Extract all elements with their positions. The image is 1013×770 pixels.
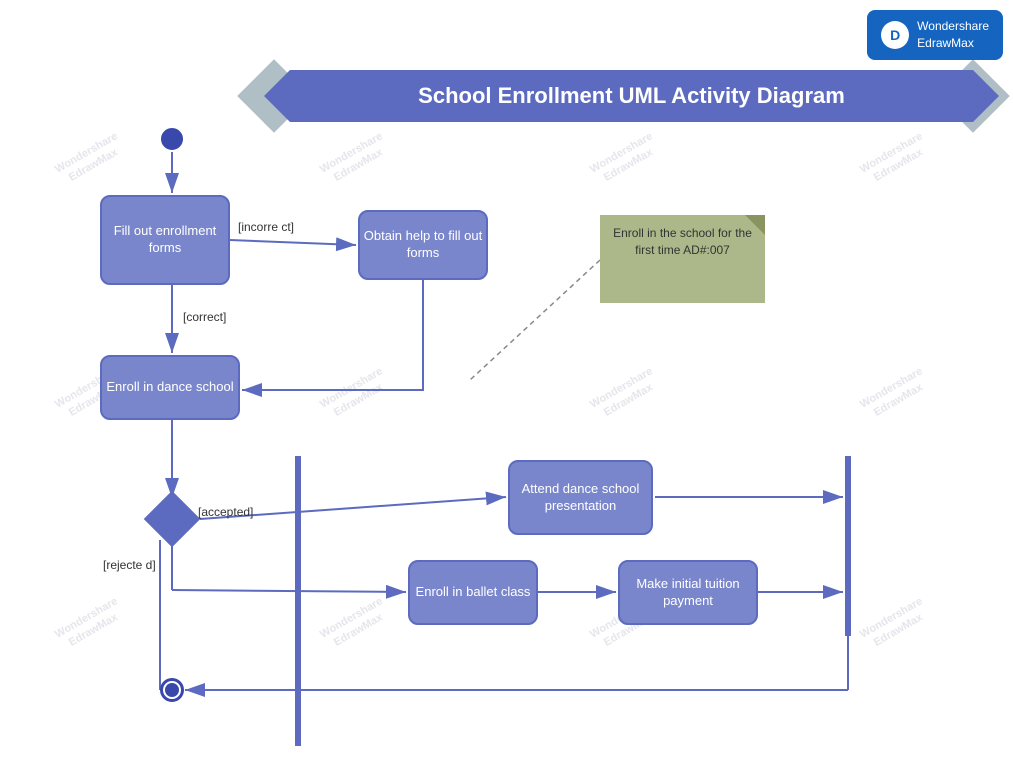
- fill-out-node: Fill out enrollment forms: [100, 195, 230, 285]
- brand-text: Wondershare EdrawMax: [917, 18, 989, 52]
- correct-label: [correct]: [183, 310, 226, 324]
- brand-icon: D: [881, 21, 909, 49]
- attend-presentation-node: Attend dance school presentation: [508, 460, 653, 535]
- watermark-4: WondershareEdrawMax: [318, 129, 393, 189]
- note-label: Enroll in the school for the first time …: [613, 226, 752, 257]
- swimlane-left-bar: [295, 456, 301, 746]
- attend-presentation-label: Attend dance school presentation: [510, 481, 651, 515]
- watermark-11: WondershareEdrawMax: [858, 364, 933, 424]
- fill-out-label: Fill out enrollment forms: [102, 223, 228, 257]
- brand-icon-letter: D: [890, 27, 900, 43]
- title-banner: School Enrollment UML Activity Diagram: [290, 70, 973, 122]
- watermark-10: WondershareEdrawMax: [858, 129, 933, 189]
- watermark-6: WondershareEdrawMax: [318, 594, 393, 654]
- watermark-7: WondershareEdrawMax: [588, 129, 663, 189]
- brand-line2: EdrawMax: [917, 35, 989, 52]
- watermark-5: WondershareEdrawMax: [318, 364, 393, 424]
- enroll-dance-node: Enroll in dance school: [100, 355, 240, 420]
- page-title: School Enrollment UML Activity Diagram: [418, 83, 845, 109]
- enroll-ballet-label: Enroll in ballet class: [416, 584, 531, 601]
- swimlane-right-bar: [845, 456, 851, 636]
- accepted-label: [accepted]: [198, 505, 253, 519]
- end-node-inner: [165, 683, 179, 697]
- brand-line1: Wondershare: [917, 18, 989, 35]
- obtain-help-node: Obtain help to fill out forms: [358, 210, 488, 280]
- incorrect-label: [incorre ct]: [238, 220, 294, 234]
- brand-badge: D Wondershare EdrawMax: [867, 10, 1003, 60]
- note-node: Enroll in the school for the first time …: [600, 215, 765, 303]
- watermark-12: WondershareEdrawMax: [858, 594, 933, 654]
- obtain-help-label: Obtain help to fill out forms: [360, 228, 486, 262]
- enroll-dance-label: Enroll in dance school: [106, 379, 233, 396]
- watermark-3: WondershareEdrawMax: [53, 594, 128, 654]
- end-node: [160, 678, 184, 702]
- start-node: [161, 128, 183, 150]
- watermark-1: WondershareEdrawMax: [53, 129, 128, 189]
- make-payment-node: Make initial tuition payment: [618, 560, 758, 625]
- watermark-8: WondershareEdrawMax: [588, 364, 663, 424]
- enroll-ballet-node: Enroll in ballet class: [408, 560, 538, 625]
- make-payment-label: Make initial tuition payment: [620, 576, 756, 610]
- rejected-label: [rejecte d]: [103, 558, 156, 572]
- decision-diamond: [144, 491, 201, 548]
